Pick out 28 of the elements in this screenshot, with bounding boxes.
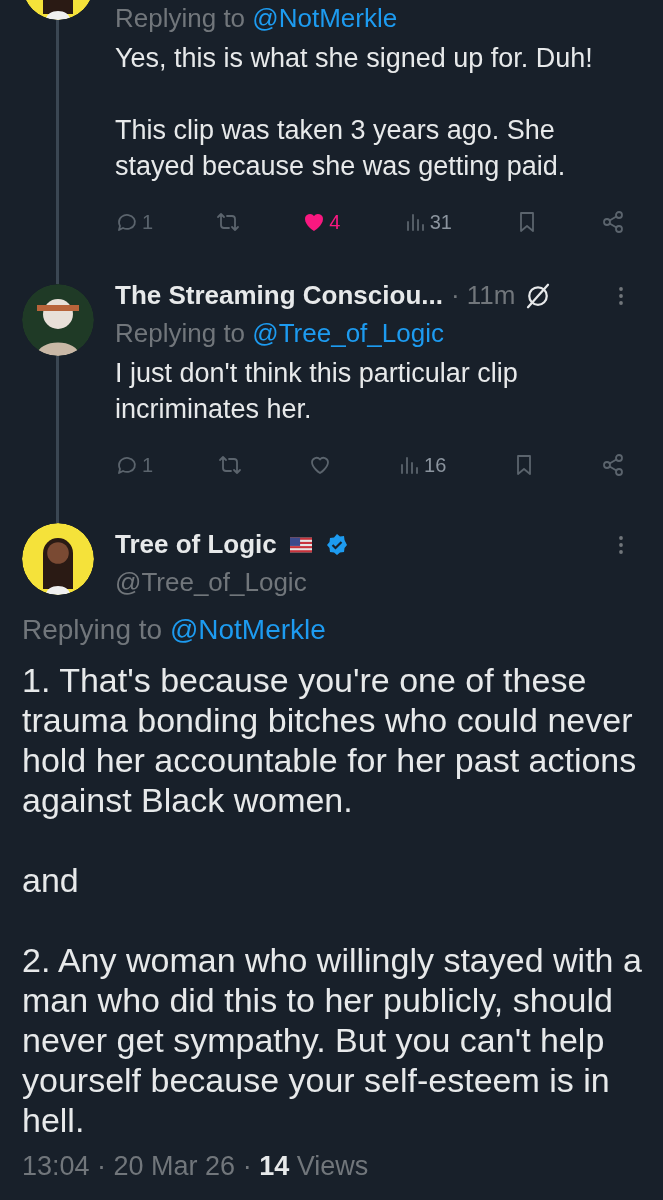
retweet-icon[interactable] [215,210,240,234]
avatar[interactable] [21,284,94,356]
tweet-text: and [22,860,80,900]
reply-text: This clip was taken 3 years ago. She stayed because she was getting paid. [115,114,567,183]
replying-to-text: Replying to @NotMerkle [22,613,327,647]
tweet-meta: 13:04 · 20 Mar 26 · 14 Views [22,1150,370,1183]
handle-link[interactable]: @NotMerkle [169,614,326,645]
tweet-text: 2. Any woman who willingly stayed with a man who did this to her publicly, should never get sympathy. But you can't help yourself because your self-esteem is in hell. [22,940,643,1140]
timestamp: · 11m [450,279,516,312]
handle-link[interactable]: @NotMerkle [252,3,398,33]
views-count: 31 [429,210,452,235]
reply-count: 1 [142,210,154,235]
views-count: 16 [424,453,447,478]
reply-text: I just don't think this particular clip incriminates her. [115,357,519,426]
replying-to-text: Replying to @NotMerkle [115,2,399,35]
share-icon[interactable] [600,453,625,477]
reply-count: 1 [142,453,154,478]
user-name[interactable]: The Streaming Consciou... [115,276,443,315]
replying-to-text: Replying to @Tree_of_Logic [115,317,445,350]
tweet-text: 1. That's because you're one of these trauma bonding bitches who could never hold her accountable for her past actions against Black women. [22,660,638,820]
like-count: 4 [329,210,341,235]
share-icon[interactable] [601,210,625,234]
retweet-icon[interactable] [218,453,243,477]
handle-link[interactable]: @Tree_of_Logic [252,318,444,348]
avatar[interactable] [21,523,94,595]
reply-text: Yes, this is what she signed up for. Duh! [115,42,594,75]
user-name[interactable]: Tree of Logic [115,525,277,564]
user-handle: @Tree_of_Logic [115,566,308,599]
